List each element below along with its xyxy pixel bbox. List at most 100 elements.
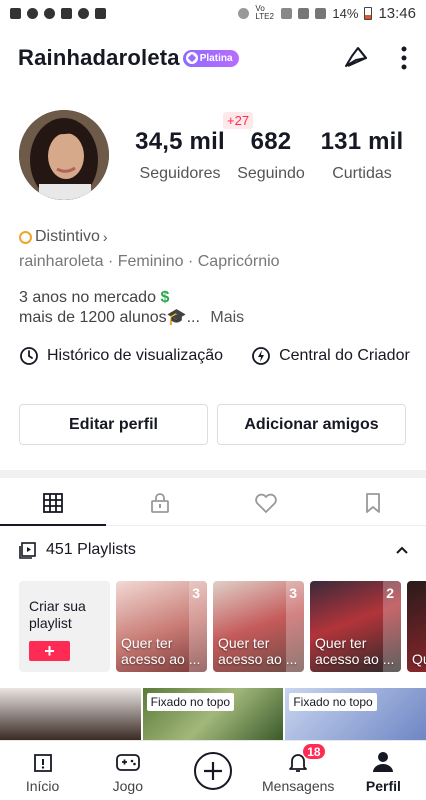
videos-grid-icon bbox=[43, 492, 64, 513]
dollar-icon: $ bbox=[160, 289, 170, 306]
shortcuts: Histórico de visualização Central do Cri… bbox=[19, 346, 410, 366]
bio-line-1: 3 anos no mercado bbox=[19, 289, 156, 306]
following-stat[interactable]: 682 Seguindo bbox=[231, 128, 311, 183]
signal-icon bbox=[298, 7, 310, 19]
tab-saved[interactable] bbox=[320, 480, 426, 525]
followers-count: 34,5 mil bbox=[135, 128, 225, 155]
add-friends-button[interactable]: Adicionar amigos bbox=[217, 404, 406, 445]
playlist-card[interactable]: 3 Quer ter acesso ao ... bbox=[116, 581, 207, 672]
playlist-count: 3 bbox=[192, 585, 200, 601]
playlists-header[interactable]: 451 Playlists bbox=[19, 541, 409, 559]
playlist-icon bbox=[19, 542, 36, 559]
followers-label: Seguidores bbox=[139, 165, 221, 182]
profile-meta: rainharoleta · Feminino · Capricórnio bbox=[19, 253, 280, 270]
username: Rainhadaroleta bbox=[18, 45, 180, 70]
header-actions bbox=[342, 44, 408, 72]
lightning-icon bbox=[252, 347, 270, 365]
following-delta-badge: +27 bbox=[223, 112, 254, 129]
distintivo-link[interactable]: Distintivo › bbox=[19, 228, 108, 246]
likes-stat[interactable]: 131 mil Curtidas bbox=[314, 128, 410, 183]
video-thumbnail[interactable] bbox=[0, 688, 141, 740]
followers-stat[interactable]: 34,5 mil Seguidores bbox=[130, 128, 230, 183]
likes-label: Curtidas bbox=[332, 165, 392, 182]
battery-percent: 14% bbox=[332, 5, 359, 21]
notification-alert-icon bbox=[10, 7, 21, 19]
status-notifications bbox=[10, 7, 106, 19]
location-icon bbox=[238, 7, 250, 19]
creator-center-shortcut[interactable]: Central do Criador bbox=[251, 346, 410, 366]
nav-game[interactable]: Jogo bbox=[85, 741, 170, 800]
history-shortcut[interactable]: Histórico de visualização bbox=[19, 346, 223, 366]
playlist-card[interactable]: Qu bbox=[407, 581, 426, 672]
platina-label: Platina bbox=[199, 52, 233, 64]
nav-messages[interactable]: 18 Mensagens bbox=[256, 741, 341, 800]
chevron-right-icon: › bbox=[102, 229, 108, 245]
nav-home-label: Início bbox=[25, 778, 60, 794]
status-bar: Vo LTE2 14% 13:46 bbox=[0, 0, 426, 26]
history-label: Histórico de visualização bbox=[47, 347, 224, 364]
download-icon bbox=[95, 7, 106, 19]
playlist-count: 3 bbox=[289, 585, 297, 601]
messages-badge: 18 bbox=[302, 743, 326, 760]
signal-icon-2 bbox=[315, 7, 327, 19]
wifi-icon bbox=[281, 7, 293, 19]
share-icon[interactable] bbox=[342, 44, 370, 72]
creator-center-label: Central do Criador bbox=[279, 347, 410, 364]
create-plus-icon bbox=[194, 751, 232, 790]
bio: 3 anos no mercado $ mais de 1200 alunos🎓… bbox=[19, 288, 244, 328]
nav-profile-label: Perfil bbox=[365, 778, 401, 794]
video-grid: Fixado no topo Fixado no topo bbox=[0, 688, 426, 740]
bio-more-link[interactable]: Mais bbox=[210, 309, 244, 326]
avatar-photo bbox=[19, 110, 109, 200]
section-divider bbox=[0, 470, 426, 478]
heart-icon bbox=[255, 493, 278, 513]
create-playlist-button[interactable]: + bbox=[29, 641, 70, 661]
person-icon bbox=[373, 752, 394, 772]
playlist-title: Quer ter acesso ao ... bbox=[121, 635, 201, 667]
avatar[interactable] bbox=[19, 110, 109, 200]
playlists-count: 451 Playlists bbox=[46, 541, 136, 558]
bio-line-2: mais de 1200 alunos🎓... bbox=[19, 309, 200, 326]
playlist-card[interactable]: 2 Quer ter acesso ao ... bbox=[310, 581, 401, 672]
video-thumbnail[interactable]: Fixado no topo bbox=[285, 688, 426, 740]
chevron-up-icon[interactable] bbox=[395, 545, 409, 555]
following-count: 682 bbox=[250, 128, 292, 155]
more-options-icon[interactable] bbox=[400, 45, 408, 71]
status-system: Vo LTE2 14% 13:46 bbox=[238, 5, 416, 22]
chrome-icon bbox=[78, 7, 89, 19]
pinned-badge: Fixado no topo bbox=[289, 693, 377, 711]
nav-profile[interactable]: Perfil bbox=[341, 741, 426, 800]
create-playlist-card[interactable]: Criar sua playlist + bbox=[19, 581, 110, 672]
profile-header: Rainhadaroleta Platina bbox=[0, 38, 426, 78]
playlists-row: Criar sua playlist + 3 Quer ter acesso a… bbox=[19, 581, 426, 673]
lock-icon bbox=[150, 492, 169, 513]
profile-stats: +27 34,5 mil Seguidores 682 Seguindo 131… bbox=[128, 112, 418, 192]
video-thumbnail[interactable]: Fixado no topo bbox=[142, 688, 284, 740]
battery-icon bbox=[364, 6, 373, 20]
playlist-count: 2 bbox=[386, 585, 394, 601]
playlist-card[interactable]: 3 Quer ter acesso ao ... bbox=[213, 581, 304, 672]
tab-liked[interactable] bbox=[213, 480, 320, 525]
app-icon bbox=[44, 7, 55, 19]
nav-game-label: Jogo bbox=[112, 778, 143, 794]
tab-private[interactable] bbox=[107, 480, 214, 525]
gem-icon bbox=[185, 52, 198, 64]
home-icon bbox=[33, 754, 52, 772]
playlist-title: Quer ter acesso ao ... bbox=[218, 635, 298, 667]
playlist-title: Qu bbox=[412, 651, 426, 667]
edit-profile-button[interactable]: Editar perfil bbox=[19, 404, 208, 445]
youtube-icon bbox=[61, 7, 72, 19]
distintivo-icon bbox=[19, 230, 32, 244]
clock-icon bbox=[20, 347, 38, 365]
nav-home[interactable]: Início bbox=[0, 741, 85, 800]
pinned-badge: Fixado no topo bbox=[146, 693, 235, 711]
tab-videos[interactable] bbox=[0, 480, 107, 526]
chat-icon bbox=[27, 7, 38, 19]
distintivo-label: Distintivo bbox=[35, 228, 100, 245]
gamepad-icon bbox=[115, 754, 140, 771]
platina-badge[interactable]: Platina bbox=[182, 49, 239, 67]
nav-create[interactable] bbox=[170, 741, 255, 800]
create-playlist-label: Criar sua playlist bbox=[29, 598, 86, 631]
likes-count: 131 mil bbox=[320, 128, 404, 155]
playlist-title: Quer ter acesso ao ... bbox=[315, 635, 395, 667]
